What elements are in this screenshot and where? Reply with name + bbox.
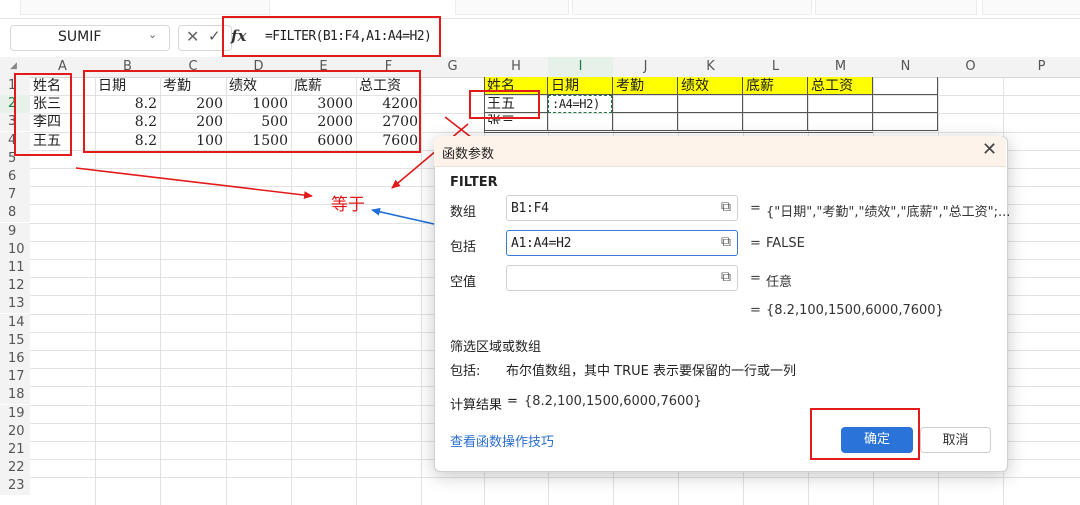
arg-value-1: A1:A4=H2 [511,236,572,251]
cancel-button[interactable]: 取消 [920,427,991,453]
dialog-title: 函数参数 [442,147,495,162]
range-picker-icon[interactable]: ⧉ [721,234,731,250]
arrow-names-to-annotation [75,167,313,200]
arg-equals: = [750,201,761,216]
annotation-equals: 等于 [331,195,365,215]
arg-result-2: 任意 [766,275,793,290]
calc-result-value: {8.2,100,1500,6000,7600} [524,394,702,409]
dialog-title-bar[interactable] [434,136,1006,167]
highlight-ok-button [810,408,920,460]
arg-result-1: FALSE [766,236,805,251]
arg-label-2: 空值 [450,275,477,290]
range-picker-icon[interactable]: ⧉ [721,199,731,215]
arg-value-0: B1:F4 [511,201,549,216]
calc-result-label: 计算结果 [450,398,503,413]
arg-label-0: 数组 [450,205,477,220]
arg-input-2[interactable] [506,265,738,291]
preview-equals: = [750,303,761,318]
param-desc-label: 包括: [450,364,481,379]
calc-result-equals: = [507,394,518,409]
range-picker-icon[interactable]: ⧉ [721,269,731,285]
function-name: FILTER [450,175,498,190]
preview-result: {8.2,100,1500,6000,7600} [766,303,944,318]
arg-result-0: {"日期","考勤","绩效","底薪","总工资";... [766,205,1011,220]
arg-equals: = [750,236,761,251]
close-icon[interactable]: ✕ [982,139,997,160]
help-link[interactable]: 查看函数操作技巧 [450,431,554,450]
param-description: 布尔值数组，其中 TRUE 表示要保留的一行或一列 [506,364,796,379]
arg-label-1: 包括 [450,240,477,255]
arg-equals: = [750,271,761,286]
description-title: 筛选区域或数组 [450,340,542,355]
